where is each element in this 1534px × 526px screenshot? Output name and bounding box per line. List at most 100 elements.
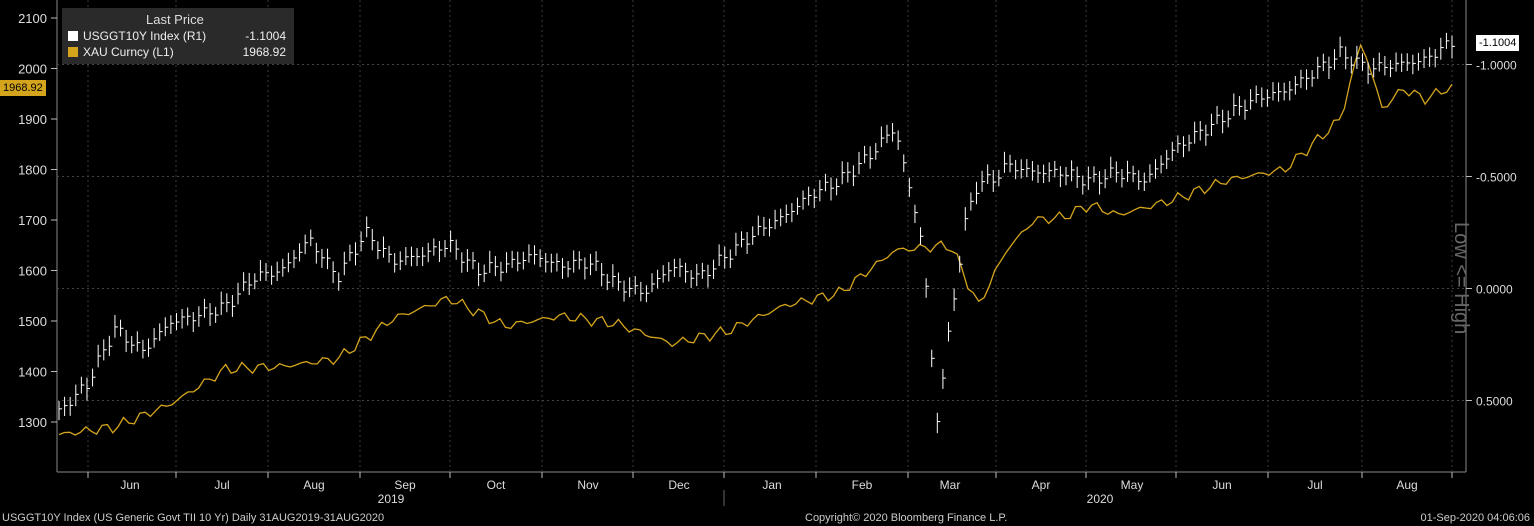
series-bar-usggt10y xyxy=(864,145,868,164)
x-axis-month-label: Apr xyxy=(1032,478,1051,492)
series-bar-usggt10y xyxy=(545,252,549,273)
series-bar-usggt10y xyxy=(847,162,851,183)
series-bar-usggt10y xyxy=(768,218,773,237)
series-bar-usggt10y xyxy=(131,335,135,354)
right-axis-title: Low <= High xyxy=(1450,222,1472,335)
series-bar-usggt10y xyxy=(1205,124,1209,146)
series-bar-usggt10y xyxy=(142,339,146,359)
left-axis-tick-label: 1500 xyxy=(18,314,47,329)
series-bar-usggt10y xyxy=(578,251,583,270)
series-bar-usggt10y xyxy=(265,263,269,281)
series-bar-usggt10y xyxy=(880,126,885,148)
legend-item-xau: XAU Curncy (L1) 1968.92 xyxy=(68,44,294,60)
series-bar-usggt10y xyxy=(69,396,74,416)
series-bar-usggt10y xyxy=(120,319,124,337)
series-bar-usggt10y xyxy=(243,272,247,292)
series-bar-usggt10y xyxy=(617,272,622,291)
left-axis-tick-label: 2100 xyxy=(18,11,47,26)
series-bar-usggt10y xyxy=(287,252,292,273)
legend-item-usggt10y: USGGT10Y Index (R1) -1.1004 xyxy=(68,28,294,44)
series-bar-usggt10y xyxy=(511,250,516,268)
series-bar-usggt10y xyxy=(416,248,421,267)
series-bar-usggt10y xyxy=(623,280,628,302)
series-bar-usggt10y xyxy=(321,248,325,268)
series-bar-usggt10y xyxy=(668,262,672,282)
series-bar-usggt10y xyxy=(1210,113,1215,137)
series-bar-usggt10y xyxy=(1188,134,1193,152)
series-bar-usggt10y xyxy=(802,190,807,210)
price-chart: 1300 1400 1500 1600 1700 1800 1900 2000 2100 -1.0… xyxy=(18,0,1517,506)
x-axis-month-label: Dec xyxy=(668,478,689,492)
series-bar-usggt10y xyxy=(1373,58,1377,78)
series-bar-usggt10y xyxy=(1311,70,1316,87)
series-bar-usggt10y xyxy=(601,263,605,287)
series-bar-usggt10y xyxy=(561,258,566,279)
series-bar-usggt10y xyxy=(746,232,751,254)
series-bar-usggt10y xyxy=(763,217,767,236)
series-bar-usggt10y xyxy=(1233,93,1237,117)
series-bar-usggt10y xyxy=(1272,82,1276,101)
right-axis-tick-label: 0.0000 xyxy=(1476,283,1513,297)
left-last-value-tag: 1968.92 xyxy=(0,80,46,96)
series-bar-usggt10y xyxy=(925,278,930,298)
series-bar-usggt10y xyxy=(1429,47,1433,67)
series-bar-usggt10y xyxy=(366,216,370,238)
x-axis-month-label: Oct xyxy=(487,478,506,492)
series-bar-usggt10y xyxy=(1216,105,1221,125)
series-bar-usggt10y xyxy=(998,169,1002,187)
series-bar-usggt10y xyxy=(1339,36,1344,58)
series-bar-usggt10y xyxy=(226,293,230,313)
series-bar-usggt10y xyxy=(114,315,118,338)
series-bar-usggt10y xyxy=(75,384,79,407)
series-bar-usggt10y xyxy=(785,204,790,223)
series-bar-usggt10y xyxy=(506,252,510,273)
series-bar-usggt10y xyxy=(1026,159,1030,178)
series-bar-usggt10y xyxy=(517,251,521,272)
series-bar-usggt10y xyxy=(315,242,320,264)
series-bar-usggt10y xyxy=(237,282,242,305)
series-bar-usggt10y xyxy=(92,368,96,387)
series-bar-usggt10y xyxy=(729,249,734,269)
series-bar-usggt10y xyxy=(1104,169,1109,189)
series-bar-usggt10y xyxy=(780,208,784,227)
series-bar-usggt10y xyxy=(662,265,667,283)
series-bar-usggt10y xyxy=(1138,170,1142,190)
series-bar-usggt10y xyxy=(64,396,68,417)
series-bar-usggt10y xyxy=(1289,81,1293,101)
series-bar-usggt10y xyxy=(1127,160,1131,182)
series-bar-usggt10y xyxy=(377,241,381,260)
series-bar-usggt10y xyxy=(1087,166,1092,190)
series-bar-usggt10y xyxy=(108,335,113,356)
series-bar-usggt10y xyxy=(304,234,309,255)
series-bar-usggt10y xyxy=(192,311,197,333)
left-axis-tick-label: 1700 xyxy=(18,213,47,228)
series-bar-usggt10y xyxy=(852,165,857,187)
series-bar-usggt10y xyxy=(875,143,879,160)
series-bar-usggt10y xyxy=(1115,161,1120,183)
legend-swatch-white xyxy=(68,31,78,41)
x-axis-year-label: 2020 xyxy=(1087,492,1114,506)
series-bar-usggt10y xyxy=(310,229,314,247)
series-bar-usggt10y xyxy=(830,177,835,201)
series-bar-usggt10y xyxy=(478,262,482,287)
series-bar-usggt10y xyxy=(427,242,432,263)
series-bar-usggt10y xyxy=(1261,87,1265,108)
series-bar-usggt10y xyxy=(466,249,471,272)
series-bar-usggt10y xyxy=(1093,166,1097,183)
series-bar-usggt10y xyxy=(455,239,460,260)
series-bar-usggt10y xyxy=(1194,121,1198,144)
series-bar-usggt10y xyxy=(299,243,303,262)
series-bar-usggt10y xyxy=(1043,164,1047,184)
series-bar-usggt10y xyxy=(382,236,387,258)
series-bar-usggt10y xyxy=(556,253,560,272)
series-bar-usggt10y xyxy=(450,230,454,253)
series-bar-usggt10y xyxy=(948,322,952,342)
series-bar-usggt10y xyxy=(1367,62,1372,84)
series-bar-usggt10y xyxy=(103,339,107,361)
series-bar-usggt10y xyxy=(685,262,689,283)
series-bar-usggt10y xyxy=(1143,172,1148,191)
series-bar-usggt10y xyxy=(1199,120,1204,141)
series-bar-usggt10y xyxy=(1048,162,1053,182)
series-bar-usggt10y xyxy=(1250,89,1254,110)
series-bar-usggt10y xyxy=(886,124,890,144)
